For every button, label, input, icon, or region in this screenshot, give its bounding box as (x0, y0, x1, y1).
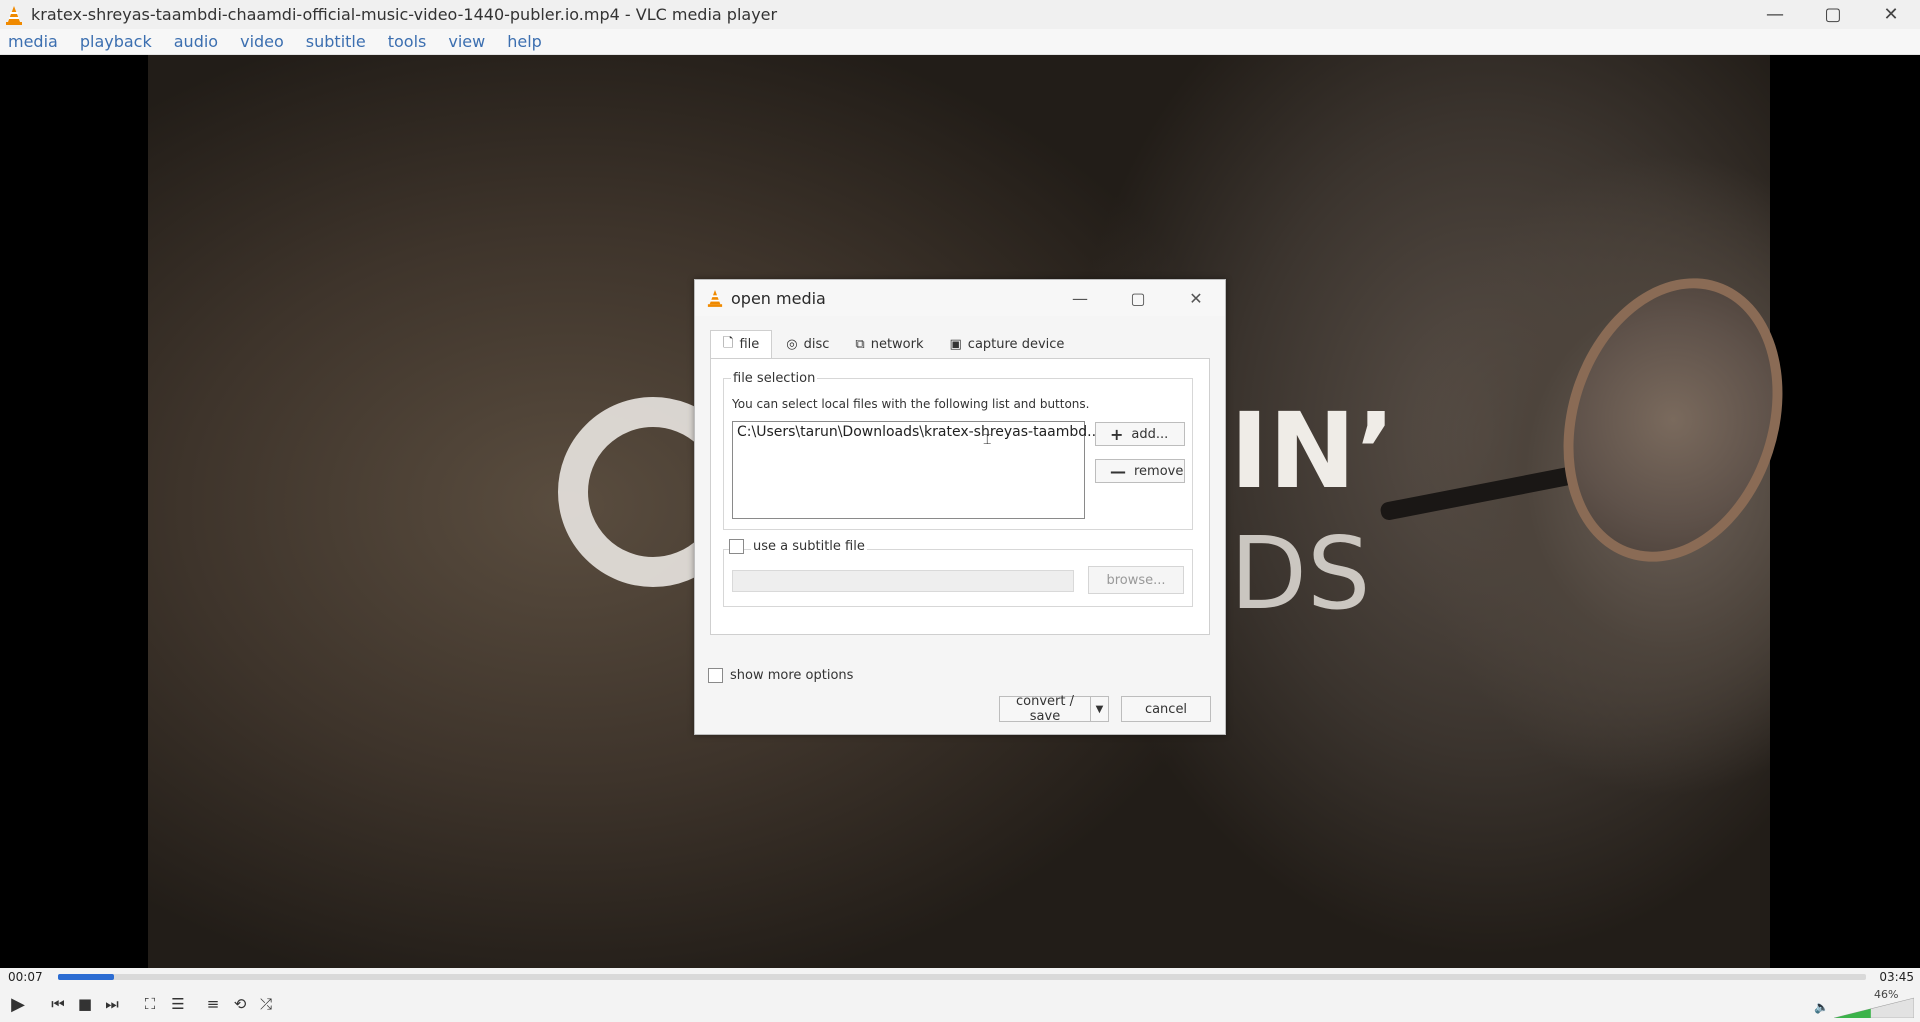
file-list[interactable]: C:\Users\tarun\Downloads\kratex-shreyas-… (732, 421, 1101, 519)
current-time: 00:07 (8, 970, 43, 984)
dialog-maximize-button[interactable]: ▢ (1109, 280, 1167, 316)
shuffle-icon[interactable]: ⤮ (254, 992, 278, 1016)
menu-playback[interactable]: playback (80, 32, 152, 51)
dialog-tabs: 🗋 file ◎ disc ⧉ network ▣ capture device (710, 330, 1078, 358)
minimize-button[interactable]: — (1746, 0, 1804, 29)
menu-bar: media playback audio video subtitle tool… (0, 29, 1920, 55)
tab-network-label: network (870, 336, 924, 352)
tab-capture-device[interactable]: ▣ capture device (938, 330, 1077, 358)
seek-bar-progress (58, 974, 115, 980)
loop-icon[interactable]: ⟲ (228, 992, 252, 1016)
dialog-title: open media (731, 288, 826, 308)
tab-disc-label: disc (803, 336, 830, 352)
menu-view[interactable]: view (448, 32, 485, 51)
tab-file-label: file (739, 337, 760, 352)
menu-tools[interactable]: tools (388, 32, 427, 51)
vlc-cone-icon (6, 5, 22, 25)
fullscreen-icon[interactable]: ⛶ (138, 992, 162, 1016)
dialog-close-button[interactable]: ✕ (1167, 280, 1225, 316)
volume-label: 46% (1874, 988, 1899, 1001)
tab-disc[interactable]: ◎ disc (774, 330, 841, 358)
control-bar: ▶ ⏮ ■ ⏭ ⛶ ☰ ≡ ⟲ ⤮ 🔈 46% (0, 986, 1920, 1022)
file-selection-hint: You can select local files with the foll… (732, 397, 1090, 411)
speaker-icon[interactable]: 🔈 (1814, 1000, 1829, 1014)
disc-icon: ◎ (786, 336, 798, 352)
vlc-cone-icon (707, 290, 723, 307)
file-selection-label: file selection (731, 371, 818, 386)
total-time: 03:45 (1879, 970, 1914, 984)
video-disc (1528, 249, 1818, 591)
video-overlay-text: IN’ (1230, 390, 1396, 512)
add-button-label: add... (1131, 426, 1169, 442)
play-icon[interactable]: ▶ (6, 992, 30, 1016)
menu-help[interactable]: help (507, 32, 542, 51)
window-title: kratex-shreyas-taambdi-chaamdi-official-… (31, 5, 778, 24)
menu-media[interactable]: media (8, 32, 58, 51)
plus-icon: + (1110, 424, 1124, 444)
convert-save-label: convert / save (1016, 694, 1074, 724)
show-more-options-label: show more options (730, 668, 854, 683)
tab-capture-device-label: capture device (967, 336, 1065, 352)
add-button[interactable]: + add... (1095, 422, 1185, 446)
maximize-button[interactable]: ▢ (1804, 0, 1862, 29)
dialog-minimize-button[interactable]: — (1051, 280, 1109, 316)
seek-row: 00:07 03:45 (0, 968, 1920, 986)
seek-bar[interactable] (58, 974, 1866, 980)
minus-icon: — (1110, 461, 1126, 481)
dialog-title-bar: open media — ▢ ✕ (695, 280, 1225, 316)
network-icon: ⧉ (855, 336, 865, 352)
close-button[interactable]: ✕ (1862, 0, 1920, 29)
tab-file[interactable]: 🗋 file (710, 330, 773, 358)
show-more-options-checkbox[interactable] (708, 668, 723, 683)
remove-button[interactable]: — remove (1095, 459, 1185, 483)
subtitle-checkbox[interactable] (729, 539, 744, 554)
browse-button: browse... (1088, 566, 1184, 594)
subtitle-checkbox-label: use a subtitle file (751, 539, 867, 554)
file-icon: 🗋 (723, 335, 734, 351)
volume-control[interactable]: 🔈 46% (1814, 988, 1914, 1018)
tab-network[interactable]: ⧉ network (843, 330, 935, 358)
menu-video[interactable]: video (240, 32, 284, 51)
convert-save-button[interactable]: convert / save ▼ (999, 694, 1109, 724)
cancel-button[interactable]: cancel (1121, 696, 1211, 722)
remove-button-label: remove (1134, 463, 1184, 479)
dropdown-arrow-icon[interactable]: ▼ (1090, 697, 1108, 721)
playlist-icon[interactable]: ≡ (201, 992, 225, 1016)
file-list-item[interactable]: C:\Users\tarun\Downloads\kratex-shreyas-… (737, 424, 1101, 440)
title-bar: kratex-shreyas-taambdi-chaamdi-official-… (0, 0, 1920, 29)
subtitle-file-input (732, 570, 1074, 592)
mouse-cursor-icon: ⌶ (983, 432, 992, 448)
capture-device-icon: ▣ (949, 336, 962, 352)
menu-audio[interactable]: audio (174, 32, 218, 51)
menu-subtitle[interactable]: subtitle (306, 32, 366, 51)
next-icon[interactable]: ⏭ (100, 992, 124, 1016)
open-media-dialog: open media — ▢ ✕ 🗋 file ◎ disc ⧉ network… (694, 279, 1226, 735)
previous-icon[interactable]: ⏮ (46, 992, 70, 1016)
video-overlay-text-2: DS (1230, 515, 1371, 632)
stop-icon[interactable]: ■ (73, 992, 97, 1016)
extended-settings-icon[interactable]: ☰ (166, 992, 190, 1016)
